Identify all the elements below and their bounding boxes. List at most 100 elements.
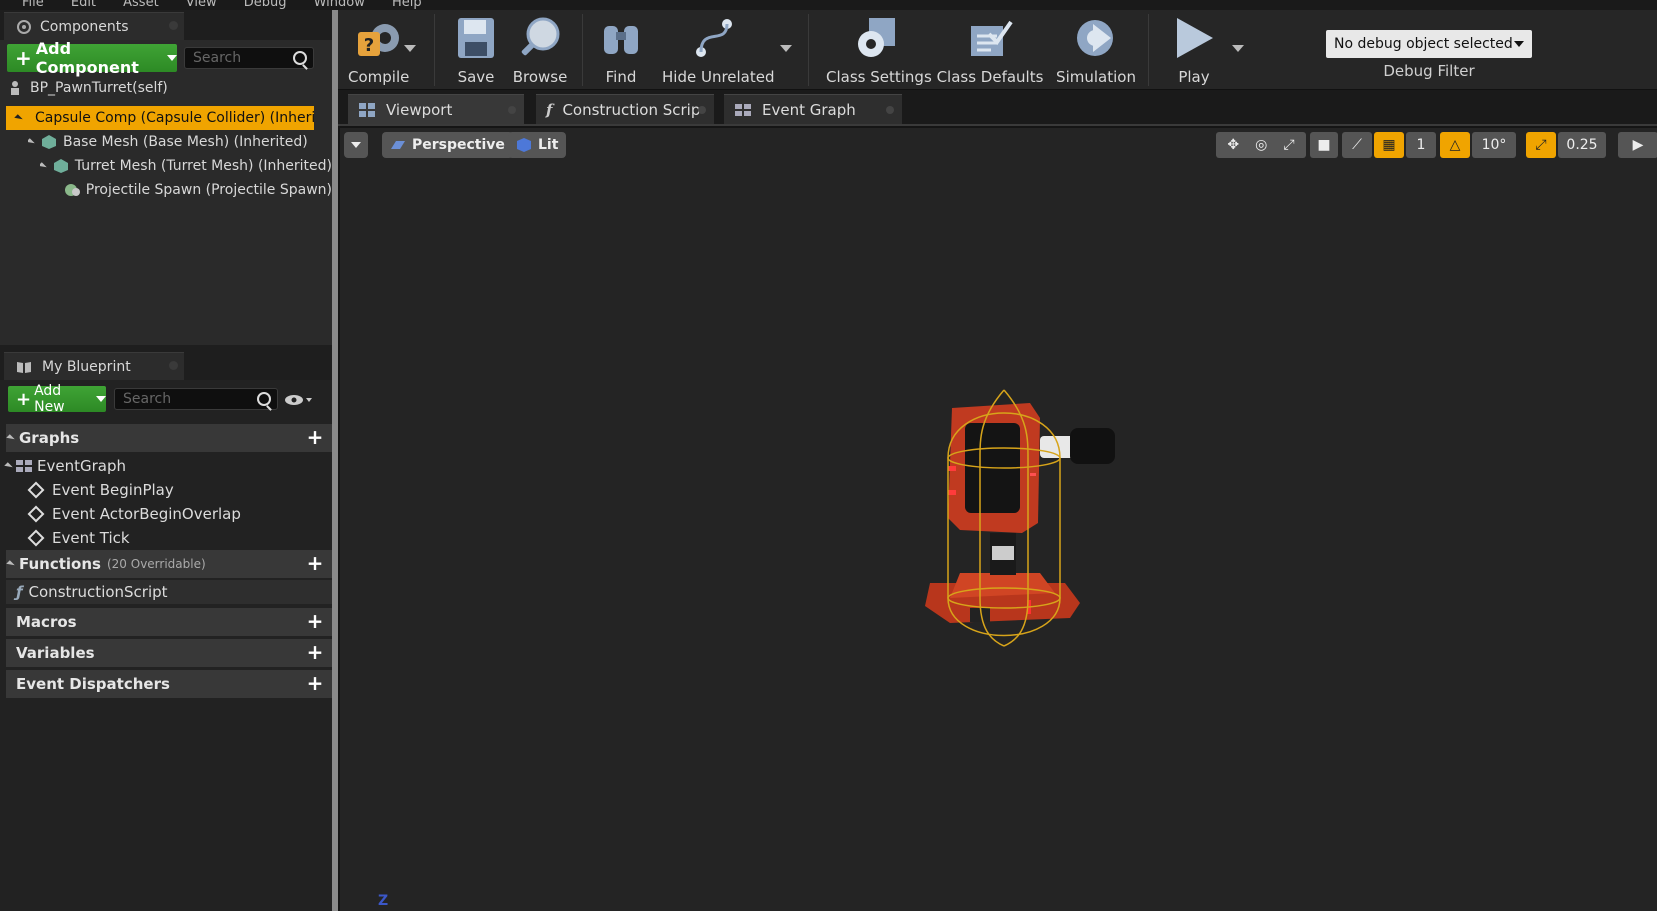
menu-edit[interactable]: Edit: [71, 0, 96, 10]
grid-snap-value[interactable]: 1: [1406, 132, 1436, 158]
separator: [434, 14, 435, 86]
tab-viewport[interactable]: Viewport: [348, 94, 524, 124]
components-panel: + Add Component Search BP_PawnTurret(sel…: [0, 39, 332, 345]
rotate-icon[interactable]: ◎: [1255, 137, 1267, 153]
class-defaults-icon: [971, 20, 1013, 56]
event-beginplay-item[interactable]: Event BeginPlay: [27, 478, 174, 502]
add-variable-button[interactable]: +: [306, 642, 324, 662]
scale-snap-toggle[interactable]: ⤢: [1526, 132, 1556, 158]
my-blueprint-tab[interactable]: My Blueprint: [4, 352, 184, 380]
debug-object-dropdown[interactable]: No debug object selected: [1326, 30, 1532, 58]
play-button[interactable]: Play: [1164, 16, 1224, 86]
scale-snap-value[interactable]: 0.25: [1558, 132, 1606, 158]
function-icon: ƒ: [16, 583, 23, 601]
save-button[interactable]: Save: [448, 16, 504, 86]
browse-button[interactable]: Browse: [510, 16, 570, 86]
graphs-section[interactable]: Graphs +: [6, 424, 332, 452]
cube-icon: ■: [1317, 137, 1331, 153]
coordinate-system-button[interactable]: ■: [1310, 132, 1338, 158]
variables-label: Variables: [16, 644, 95, 662]
grid-snap-toggle[interactable]: ▦: [1374, 132, 1404, 158]
event-tick-item[interactable]: Event Tick: [27, 526, 130, 550]
close-icon[interactable]: [508, 106, 516, 114]
event-dispatchers-section[interactable]: Event Dispatchers +: [6, 670, 332, 698]
surface-snap-button[interactable]: ⟋: [1342, 132, 1372, 158]
panel-splitter[interactable]: [332, 10, 338, 911]
components-search-input[interactable]: Search: [184, 47, 314, 69]
add-graph-button[interactable]: +: [306, 427, 324, 447]
tab-event-graph[interactable]: Event Graph: [724, 94, 902, 124]
event-actorbeginoverlap-item[interactable]: Event ActorBeginOverlap: [27, 502, 241, 526]
add-dispatcher-button[interactable]: +: [306, 673, 324, 693]
viewport-options-button[interactable]: [344, 132, 368, 158]
eventgraph-item[interactable]: EventGraph: [4, 454, 126, 478]
separator: [582, 14, 583, 86]
search-icon: [293, 51, 307, 65]
search-placeholder: Search: [123, 391, 172, 407]
rotation-snap-value[interactable]: 10°: [1472, 132, 1516, 158]
menu-window[interactable]: Window: [314, 0, 365, 10]
close-icon[interactable]: [169, 21, 178, 30]
close-icon[interactable]: [698, 106, 706, 114]
lit-button[interactable]: Lit: [508, 132, 567, 158]
tab-construction-script[interactable]: f Construction Scrip: [536, 94, 714, 124]
rotation-snap-toggle[interactable]: △: [1440, 132, 1470, 158]
grid-icon: ▦: [1382, 137, 1396, 153]
search-placeholder: Search: [193, 50, 242, 66]
tree-item-projectile-spawn[interactable]: Projectile Spawn (Projectile Spawn): [64, 178, 332, 202]
tree-item-turret-mesh[interactable]: Turret Mesh (Turret Mesh) (Inherited): [40, 154, 332, 178]
blueprint-search-input[interactable]: Search: [114, 388, 278, 410]
tree-item-base-mesh[interactable]: Base Mesh (Base Mesh) (Inherited): [28, 130, 328, 154]
menu-help[interactable]: Help: [392, 0, 422, 10]
components-tab[interactable]: Components: [4, 12, 184, 40]
constructionscript-item[interactable]: ƒ ConstructionScript: [6, 580, 332, 604]
play-icon: [1177, 18, 1213, 58]
compile-button[interactable]: ? Compile: [348, 16, 410, 86]
functions-section[interactable]: Functions (20 Overridable) +: [6, 550, 332, 578]
scale-snap-label: 0.25: [1566, 137, 1598, 153]
simulation-button[interactable]: Simulation: [1054, 16, 1138, 86]
macros-section[interactable]: Macros +: [6, 608, 332, 636]
variables-section[interactable]: Variables +: [6, 639, 332, 667]
viewport-icon: [359, 102, 375, 117]
play-options-caret[interactable]: [1232, 45, 1244, 52]
menu-debug[interactable]: Debug: [244, 0, 287, 10]
viewport[interactable]: Perspective Lit ✥ ◎ ⤢ ■ ⟋ ▦ 1 △ 10° ⤢ 0.…: [340, 128, 1657, 911]
hide-unrelated-button[interactable]: Hide Unrelated: [662, 16, 775, 86]
class-defaults-button[interactable]: Class Defaults: [936, 16, 1044, 86]
tree-item-capsule[interactable]: Capsule Comp (Capsule Collider) (Inherit: [6, 106, 314, 130]
eventgraph-label: EventGraph: [37, 457, 126, 475]
find-button[interactable]: Find: [596, 16, 646, 86]
left-column: Components + Add Component Search BP_Paw…: [0, 10, 338, 911]
functions-label: Functions: [19, 555, 101, 573]
root-component[interactable]: BP_PawnTurret(self): [8, 76, 328, 100]
perspective-button[interactable]: Perspective: [382, 132, 513, 158]
menu-asset[interactable]: Asset: [123, 0, 159, 10]
scale-arrow-icon: ⤢: [1535, 137, 1547, 153]
hide-unrelated-caret[interactable]: [780, 45, 792, 52]
close-icon[interactable]: [886, 106, 894, 114]
macros-label: Macros: [16, 613, 77, 631]
visibility-eye-icon[interactable]: [284, 392, 312, 406]
add-new-button[interactable]: + Add New: [8, 383, 106, 415]
add-function-button[interactable]: +: [306, 553, 324, 573]
compile-label: Compile: [348, 68, 410, 86]
book-icon: [17, 361, 31, 373]
translate-icon[interactable]: ✥: [1227, 137, 1239, 153]
menu-view[interactable]: View: [186, 0, 217, 10]
class-settings-button[interactable]: Class Settings: [826, 16, 932, 86]
lit-cube-icon: [517, 138, 531, 152]
function-icon: f: [546, 100, 553, 119]
transform-tools-group: ✥ ◎ ⤢: [1216, 132, 1306, 158]
chevron-down-icon: [167, 55, 177, 61]
scale-icon[interactable]: ⤢: [1283, 137, 1294, 153]
angle-icon: △: [1449, 137, 1461, 153]
overridable-count: (20 Overridable): [106, 557, 206, 571]
add-macro-button[interactable]: +: [306, 611, 324, 631]
camera-speed-button[interactable]: ▶: [1618, 132, 1657, 158]
close-icon[interactable]: [169, 361, 178, 370]
compile-options-caret[interactable]: [404, 45, 416, 52]
play-label: Play: [1178, 68, 1210, 86]
menu-file[interactable]: File: [22, 0, 44, 10]
add-component-button[interactable]: + Add Component: [7, 39, 177, 77]
